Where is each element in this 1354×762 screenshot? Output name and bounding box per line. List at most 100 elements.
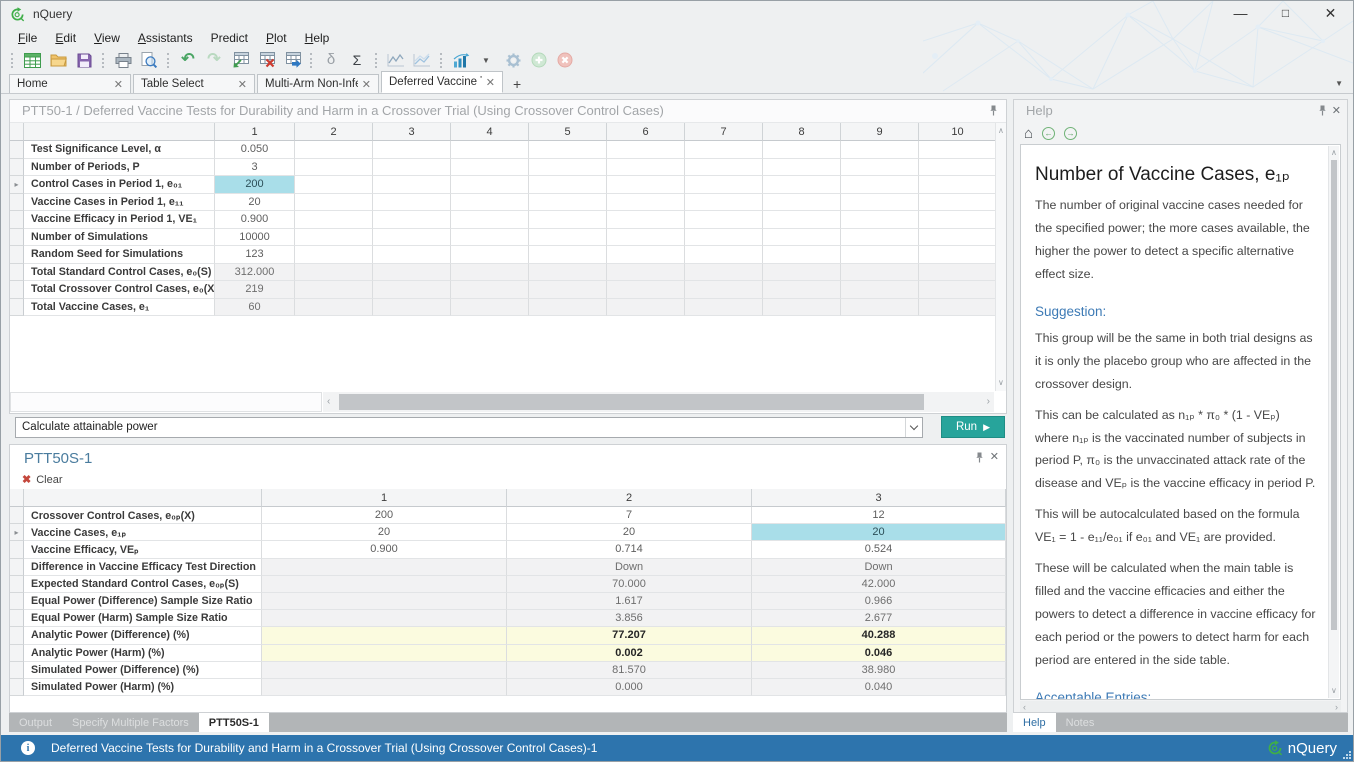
- grid-cell[interactable]: [607, 281, 685, 299]
- row-selector[interactable]: [10, 610, 24, 627]
- grid-cell[interactable]: 0.900: [262, 541, 507, 558]
- print-icon[interactable]: [111, 49, 135, 71]
- grid-cell[interactable]: Down: [752, 559, 1006, 576]
- row-selector[interactable]: [10, 299, 24, 317]
- grid-cell[interactable]: [763, 264, 841, 282]
- menu-view[interactable]: View: [85, 31, 129, 45]
- menu-help[interactable]: Help: [296, 31, 339, 45]
- grid-cell[interactable]: [295, 159, 373, 177]
- scroll-thumb[interactable]: [339, 394, 924, 410]
- grid-cell[interactable]: [607, 159, 685, 177]
- grid-cell[interactable]: 123: [215, 246, 295, 264]
- grid-cell[interactable]: [373, 246, 451, 264]
- dock-tab-output[interactable]: Output: [9, 713, 62, 732]
- grid-cell[interactable]: 200: [262, 507, 507, 524]
- gear-icon[interactable]: [501, 49, 525, 71]
- home-icon[interactable]: ⌂: [1024, 126, 1033, 141]
- pin-icon[interactable]: [1318, 105, 1327, 119]
- grid-cell[interactable]: [607, 194, 685, 212]
- minimize-button[interactable]: —: [1218, 1, 1263, 27]
- analysis-dropdown[interactable]: Calculate attainable power: [15, 417, 923, 438]
- dock-tab-help[interactable]: Help: [1013, 713, 1056, 732]
- grid-cell[interactable]: [919, 176, 997, 194]
- grid-cell[interactable]: [763, 281, 841, 299]
- grid-cell[interactable]: [451, 211, 529, 229]
- grid-cell[interactable]: [529, 211, 607, 229]
- help-horizontal-scrollbar[interactable]: ‹ ›: [1020, 701, 1341, 712]
- grid-cell[interactable]: [373, 281, 451, 299]
- grid-cell[interactable]: [451, 141, 529, 159]
- grid-cell[interactable]: [685, 229, 763, 247]
- grid-cell[interactable]: [529, 176, 607, 194]
- row-selector[interactable]: [10, 194, 24, 212]
- grid-cell[interactable]: [295, 194, 373, 212]
- grid-cell[interactable]: 0.000: [507, 679, 752, 696]
- grid-cell[interactable]: 81.570: [507, 662, 752, 679]
- grid-cell[interactable]: [763, 194, 841, 212]
- grid-cell[interactable]: [685, 176, 763, 194]
- row-selector[interactable]: [10, 645, 24, 662]
- grid-cell[interactable]: 0.050: [215, 141, 295, 159]
- open-folder-icon[interactable]: [46, 49, 70, 71]
- maximize-button[interactable]: □: [1263, 1, 1308, 27]
- row-selector[interactable]: [10, 662, 24, 679]
- grid-cell[interactable]: [685, 264, 763, 282]
- grid-cell[interactable]: [451, 264, 529, 282]
- grid-cell[interactable]: [841, 246, 919, 264]
- grid-cell[interactable]: [841, 264, 919, 282]
- menu-file[interactable]: File: [9, 31, 46, 45]
- tab-close-icon[interactable]: ✕: [238, 78, 247, 91]
- grid-cell[interactable]: [919, 211, 997, 229]
- cancel-circle-icon[interactable]: [553, 49, 577, 71]
- row-selector[interactable]: [10, 281, 24, 299]
- grid-cell[interactable]: [373, 176, 451, 194]
- row-selector[interactable]: [10, 229, 24, 247]
- back-icon[interactable]: ←: [1042, 127, 1055, 140]
- dock-tab-specify-multiple-factors[interactable]: Specify Multiple Factors: [62, 713, 199, 732]
- grid-cell[interactable]: [295, 229, 373, 247]
- grid-cell[interactable]: [607, 176, 685, 194]
- grid-cell[interactable]: [262, 627, 507, 644]
- delete-table-icon[interactable]: [254, 49, 278, 71]
- row-selector[interactable]: [10, 679, 24, 696]
- grid-cell[interactable]: [262, 610, 507, 627]
- tab-deferred-vaccine-tests[interactable]: Deferred Vaccine Tests✕: [381, 71, 503, 93]
- grid-cell[interactable]: 219: [215, 281, 295, 299]
- close-icon[interactable]: ✕: [990, 451, 999, 463]
- grid-cell[interactable]: 60: [215, 299, 295, 317]
- close-button[interactable]: ✕: [1308, 1, 1353, 27]
- row-selector[interactable]: [10, 541, 24, 558]
- clear-button[interactable]: ✖ Clear: [10, 471, 1006, 489]
- tab-home[interactable]: Home✕: [9, 74, 131, 93]
- grid-cell[interactable]: 0.002: [507, 645, 752, 662]
- grid-cell[interactable]: [841, 194, 919, 212]
- row-selector[interactable]: [10, 593, 24, 610]
- main-grid-vertical-scrollbar[interactable]: ∧ ∨: [995, 123, 1006, 391]
- grid-cell[interactable]: [295, 141, 373, 159]
- grid-cell[interactable]: [919, 194, 997, 212]
- grid-cell[interactable]: [529, 141, 607, 159]
- delta-icon[interactable]: δ: [319, 49, 343, 71]
- row-selector[interactable]: [10, 507, 24, 524]
- grid-cell[interactable]: [451, 194, 529, 212]
- paste-table-icon[interactable]: [228, 49, 252, 71]
- grid-cell[interactable]: [841, 211, 919, 229]
- grid-cell[interactable]: [529, 159, 607, 177]
- grid-cell[interactable]: [451, 176, 529, 194]
- grid-cell[interactable]: [685, 246, 763, 264]
- undo-icon[interactable]: ↶: [176, 49, 200, 71]
- row-selector[interactable]: [10, 264, 24, 282]
- grid-cell[interactable]: [763, 211, 841, 229]
- grid-cell[interactable]: [919, 159, 997, 177]
- grid-cell[interactable]: [607, 246, 685, 264]
- grid-cell[interactable]: [262, 662, 507, 679]
- row-selector[interactable]: ▸: [10, 176, 24, 194]
- grid-cell[interactable]: [919, 246, 997, 264]
- row-selector[interactable]: [10, 159, 24, 177]
- grid-cell[interactable]: [451, 281, 529, 299]
- grid-cell[interactable]: 12: [752, 507, 1006, 524]
- grid-cell[interactable]: [262, 593, 507, 610]
- add-circle-icon[interactable]: [527, 49, 551, 71]
- scroll-thumb[interactable]: [1331, 160, 1337, 630]
- grid-cell[interactable]: [373, 299, 451, 317]
